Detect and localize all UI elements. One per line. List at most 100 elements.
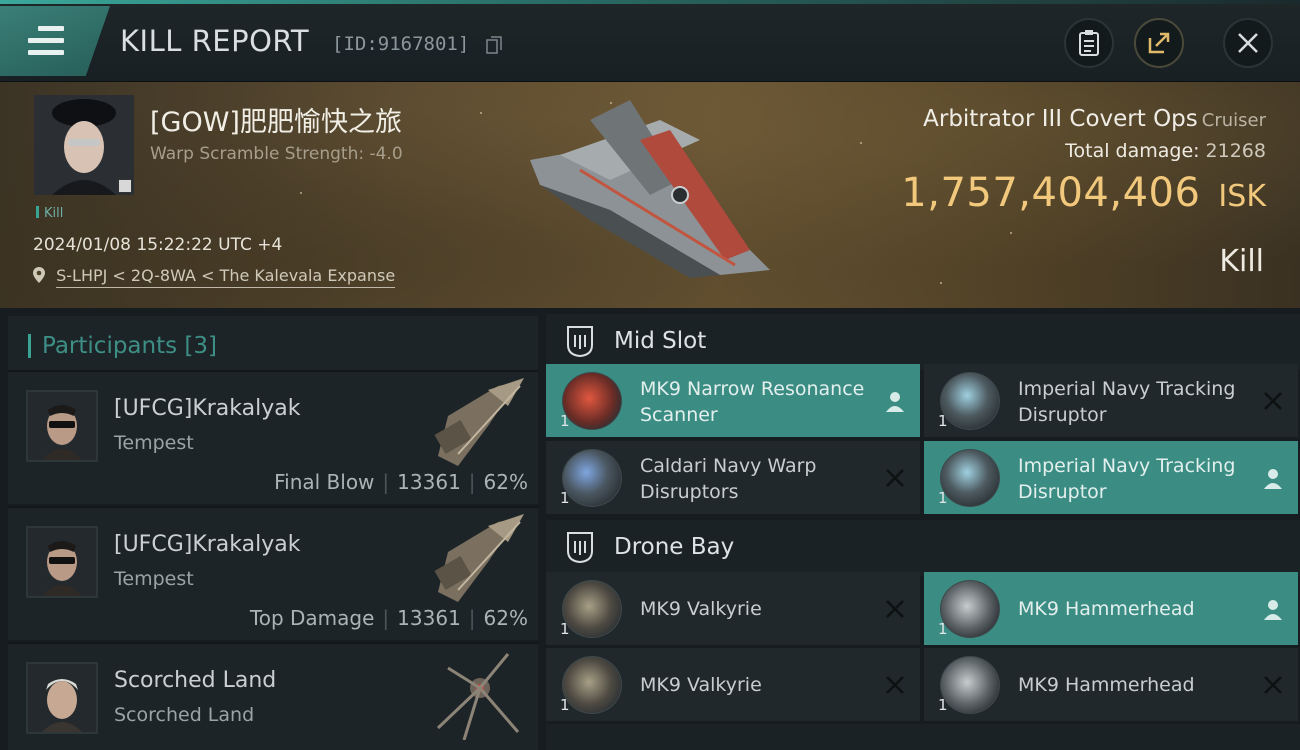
participant-ship: Tempest — [114, 568, 194, 590]
item-quantity: 1 — [938, 489, 948, 507]
victim-ship: Arbitrator III Covert Ops Cruiser — [923, 106, 1266, 132]
participant-avatar[interactable] — [26, 390, 98, 462]
mid-slot-label: Mid Slot — [614, 328, 707, 354]
clipboard-icon — [1079, 30, 1099, 56]
pilot-tag-icon — [118, 179, 132, 193]
hammerhead-drone-icon — [940, 580, 1000, 638]
item-quantity: 1 — [560, 412, 570, 430]
pilot-portrait-icon — [28, 664, 96, 732]
location-pin-icon — [33, 267, 45, 283]
victim-banner: [GOW]肥肥愉快之旅 Warp Scramble Strength: -4.0… — [0, 82, 1300, 308]
participant-role: Final Blow — [274, 470, 375, 494]
scanner-module-icon — [562, 372, 622, 430]
participant-avatar[interactable] — [26, 526, 98, 598]
victim-avatar[interactable] — [34, 95, 134, 195]
drone-bay-icon — [567, 532, 593, 563]
slot-item[interactable]: 1 MK9 Hammerhead — [924, 572, 1298, 645]
participants-header: Participants [3] — [8, 316, 538, 370]
participants-count: [3] — [184, 333, 218, 359]
fitting-panel: Mid Slot 1 MK9 Narrow Resonance Scanner … — [540, 308, 1300, 750]
close-button[interactable] — [1223, 18, 1273, 68]
slot-item[interactable]: 1 Imperial Navy Tracking Disruptor — [924, 441, 1298, 514]
result-label: Kill — [1219, 244, 1264, 279]
item-name: MK9 Hammerhead — [1018, 674, 1195, 696]
participant-ship: Scorched Land — [114, 704, 255, 726]
participant-name[interactable]: Scorched Land — [114, 668, 276, 693]
participant-name[interactable]: [UFCG]Krakalyak — [114, 396, 300, 421]
hammerhead-drone-icon — [940, 656, 1000, 714]
item-quantity: 1 — [938, 696, 948, 714]
mid-slot-icon — [567, 326, 593, 357]
item-name: Imperial Navy Tracking Disruptor — [1018, 378, 1236, 426]
destroyed-x-icon — [886, 600, 904, 618]
participant-stats: Top Damage | 13361 | 62% — [249, 606, 528, 630]
item-name: MK9 Narrow Resonance Scanner — [640, 378, 865, 426]
destroyed-x-icon — [886, 469, 904, 487]
hamburger-menu-icon — [28, 26, 64, 56]
item-name: MK9 Hammerhead — [1018, 598, 1195, 620]
participant-damage: 13361 — [397, 470, 461, 494]
participant-row[interactable]: Scorched Land Scorched Land — [8, 642, 538, 750]
victim-subtitle: Warp Scramble Strength: -4.0 — [150, 144, 403, 164]
victim-name[interactable]: [GOW]肥肥愉快之旅 — [150, 100, 402, 139]
tracking-disruptor-icon — [940, 372, 1000, 430]
participants-panel: Participants [3] [UFCG]Krakalyak Tempest… — [0, 308, 540, 750]
slot-item[interactable]: 1 Imperial Navy Tracking Disruptor — [924, 364, 1298, 437]
participant-percent: 62% — [483, 606, 528, 630]
slot-item[interactable]: 1 MK9 Hammerhead — [924, 648, 1298, 721]
drone-bay-label: Drone Bay — [614, 534, 735, 560]
copy-icon[interactable] — [486, 36, 502, 54]
participant-name[interactable]: [UFCG]Krakalyak — [114, 532, 300, 557]
ship-name[interactable]: Arbitrator III Covert Ops — [923, 106, 1198, 132]
close-icon — [1238, 33, 1258, 53]
valkyrie-drone-icon — [562, 656, 622, 714]
dropped-person-icon — [1264, 469, 1282, 489]
participant-row[interactable]: [UFCG]Krakalyak Tempest Top Damage | 13361… — [8, 506, 538, 640]
item-name: Caldari Navy Warp Disruptors — [640, 455, 817, 503]
pilot-portrait-icon — [28, 528, 96, 596]
kill-location[interactable]: S-LHPJ < 2Q-8WA < The Kalevala Expanse — [33, 266, 396, 288]
page-title: KILL REPORT — [120, 24, 310, 58]
structure-ship-image — [436, 653, 520, 740]
participant-row[interactable]: [UFCG]Krakalyak Tempest Final Blow | 13361… — [8, 370, 538, 504]
item-quantity: 1 — [560, 620, 570, 638]
destroyed-x-icon — [886, 676, 904, 694]
item-name: MK9 Valkyrie — [640, 674, 762, 696]
dropped-person-icon — [1264, 600, 1282, 620]
participant-stats: Final Blow | 13361 | 62% — [274, 470, 528, 494]
pilot-portrait-icon — [28, 392, 96, 460]
destroyed-x-icon — [1264, 392, 1282, 410]
item-quantity: 1 — [560, 489, 570, 507]
destroyed-x-icon — [1264, 676, 1282, 694]
ship-render-image — [530, 100, 770, 278]
isk-row: 1,757,404,406 ISK — [901, 170, 1266, 216]
item-quantity: 1 — [560, 696, 570, 714]
menu-button[interactable] — [0, 6, 110, 76]
item-quantity: 1 — [938, 620, 948, 638]
clipboard-button[interactable] — [1064, 18, 1114, 68]
isk-unit: ISK — [1218, 179, 1266, 214]
item-name: MK9 Valkyrie — [640, 598, 762, 620]
tracking-disruptor-icon — [940, 449, 1000, 507]
total-damage-value: 21268 — [1205, 140, 1266, 162]
tempest-ship-image — [434, 514, 524, 602]
dropped-person-icon — [886, 392, 904, 412]
participant-avatar[interactable] — [26, 662, 98, 734]
valkyrie-drone-icon — [562, 580, 622, 638]
next-section-header — [546, 724, 1300, 750]
tempest-ship-image — [434, 378, 524, 466]
kill-datetime: 2024/01/08 15:22:22 UTC +4 — [33, 235, 283, 255]
share-button[interactable] — [1134, 18, 1184, 68]
slot-item[interactable]: 1 MK9 Valkyrie — [546, 572, 920, 645]
location-link[interactable]: S-LHPJ < 2Q-8WA < The Kalevala Expanse — [56, 266, 396, 288]
slot-item[interactable]: 1 Caldari Navy Warp Disruptors — [546, 441, 920, 514]
item-name: Imperial Navy Tracking Disruptor — [1018, 455, 1236, 503]
warp-disruptor-icon — [562, 449, 622, 507]
participant-damage: 13361 — [397, 606, 461, 630]
drone-bay-header: Drone Bay — [546, 520, 1300, 576]
slot-item[interactable]: 1 MK9 Narrow Resonance Scanner — [546, 364, 920, 437]
participant-ship: Tempest — [114, 432, 194, 454]
slot-item[interactable]: 1 MK9 Valkyrie — [546, 648, 920, 721]
participant-role: Top Damage — [249, 606, 375, 630]
participant-percent: 62% — [483, 470, 528, 494]
